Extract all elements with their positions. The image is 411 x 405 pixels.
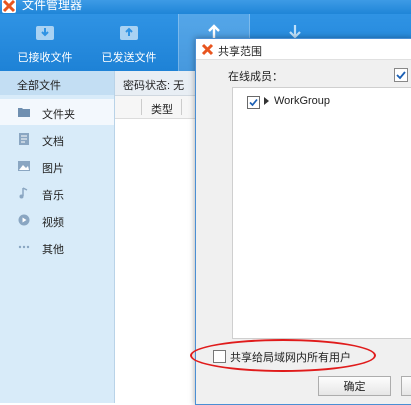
all-files-label: 全部文件 [17, 80, 61, 92]
document-icon [18, 133, 30, 145]
dialog-title-bar[interactable]: 共享范围 [196, 39, 411, 60]
sidebar-item-music[interactable]: 音乐 [0, 180, 114, 206]
outbox-icon [118, 22, 140, 42]
share-all-users-checkbox[interactable] [213, 350, 226, 363]
sidebar-item-label: 文件夹 [42, 109, 75, 121]
check-icon [396, 71, 406, 80]
sent-files-button[interactable]: 已发送文件 [90, 14, 168, 71]
column-type-header[interactable]: 类型 [151, 101, 173, 117]
title-bar: 文件管理器 [0, 0, 411, 14]
sidebar-item-folders[interactable]: 文件夹 [0, 99, 114, 125]
expand-arrow-icon[interactable] [264, 97, 269, 105]
folder-icon [18, 106, 30, 118]
cancel-button[interactable] [401, 376, 411, 396]
sidebar-item-images[interactable]: 图片 [0, 153, 114, 179]
sidebar-item-label: 文档 [42, 136, 64, 148]
column-divider[interactable] [181, 99, 182, 115]
dialog-title: 共享范围 [218, 46, 262, 58]
online-members-label: 在线成员： [228, 71, 283, 83]
select-all-checkbox[interactable] [394, 68, 408, 82]
received-files-button[interactable]: 已接收文件 [6, 14, 84, 71]
column-divider[interactable] [141, 99, 142, 115]
workgroup-checkbox[interactable] [247, 96, 260, 109]
app-title: 文件管理器 [22, 0, 83, 12]
received-files-label: 已接收文件 [17, 52, 73, 64]
sidebar-item-others[interactable]: 其他 [0, 234, 114, 260]
image-icon [18, 160, 30, 172]
app-logo-icon [201, 43, 214, 56]
ok-button[interactable]: 确定 [318, 376, 391, 396]
music-icon [18, 187, 30, 199]
sidebar-item-label: 其他 [42, 244, 64, 256]
check-icon [249, 98, 258, 107]
share-all-users-label[interactable]: 共享给局域网内所有用户 [230, 349, 351, 365]
inbox-icon [34, 22, 56, 42]
app-logo-icon [2, 0, 16, 13]
sidebar-item-label: 视频 [42, 217, 64, 229]
sidebar: 全部文件 文件夹 文档 图片 音乐 视频 其他 [0, 71, 115, 403]
workgroup-label[interactable]: WorkGroup [274, 95, 330, 107]
sidebar-item-videos[interactable]: 视频 [0, 207, 114, 233]
sidebar-header[interactable]: 全部文件 [0, 71, 114, 95]
sent-files-label: 已发送文件 [101, 52, 157, 64]
password-status: 密码状态: 无 [123, 80, 185, 92]
more-icon [18, 241, 30, 253]
member-tree: WorkGroup [232, 87, 411, 339]
sidebar-item-documents[interactable]: 文档 [0, 126, 114, 152]
share-scope-dialog: 共享范围 在线成员： WorkGroup 共享给局域网内所有用户 确定 [190, 38, 411, 405]
sidebar-item-label: 音乐 [42, 190, 64, 202]
sidebar-item-label: 图片 [42, 163, 64, 175]
video-icon [18, 214, 30, 226]
